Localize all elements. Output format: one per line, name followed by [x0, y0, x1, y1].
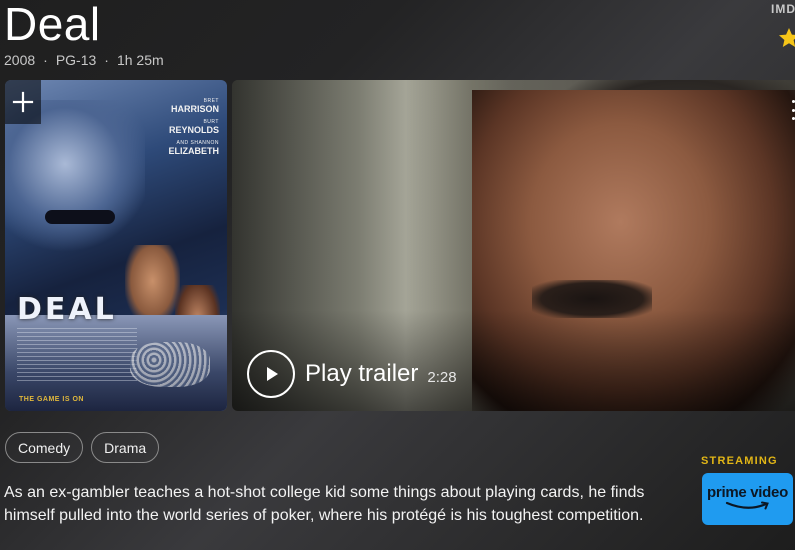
release-year: 2008 — [4, 52, 36, 68]
genre-chips: Comedy Drama — [5, 432, 160, 463]
movie-meta: 2008 · PG-13 · 1h 25m — [4, 52, 164, 68]
meta-separator: · — [104, 52, 109, 68]
trailer-player[interactable]: Play trailer 2:28 — [232, 80, 795, 411]
cast-last-name: REYNOLDS — [168, 125, 219, 135]
plus-icon — [12, 91, 34, 113]
poster-poker-chips — [130, 342, 210, 387]
poster-credits-block — [17, 328, 137, 382]
prime-video-logo-text: prime video — [707, 483, 788, 501]
cast-last-name: HARRISON — [170, 104, 219, 114]
poster-figure — [5, 100, 145, 260]
prime-video-button[interactable]: prime video — [702, 473, 793, 525]
poster-tagline: THE GAME IS ON — [19, 396, 84, 403]
movie-poster[interactable]: BRET HARRISON BURT REYNOLDS AND SHANNON ELI… — [5, 80, 227, 411]
imdb-rating-label: IMDb — [771, 2, 795, 16]
streaming-label: STREAMING — [701, 455, 778, 467]
more-vertical-icon[interactable] — [789, 100, 795, 120]
play-icon[interactable] — [247, 350, 295, 398]
add-to-watchlist-button[interactable] — [5, 80, 41, 124]
poster-cast-list: BRET HARRISON BURT REYNOLDS AND SHANNON ELI… — [169, 98, 220, 161]
prime-smile-icon — [725, 501, 769, 509]
poster-figure — [125, 245, 180, 325]
poster-sunglasses — [45, 210, 115, 224]
meta-separator: · — [43, 52, 48, 68]
genre-chip-comedy[interactable]: Comedy — [5, 432, 84, 463]
star-icon — [777, 26, 795, 50]
play-trailer-button[interactable]: Play trailer 2:28 — [247, 350, 457, 398]
plot-summary: As an ex-gambler teaches a hot-shot coll… — [4, 484, 645, 524]
cast-last-name: ELIZABETH — [168, 146, 220, 156]
content-rating: PG-13 — [55, 52, 97, 68]
genre-chip-drama[interactable]: Drama — [91, 432, 160, 463]
play-trailer-label: Play trailer — [305, 360, 419, 387]
runtime: 1h 25m — [116, 52, 164, 68]
poster-logo: DEAL — [17, 292, 117, 327]
trailer-duration: 2:28 — [427, 368, 457, 386]
movie-title: Deal — [4, 0, 101, 50]
